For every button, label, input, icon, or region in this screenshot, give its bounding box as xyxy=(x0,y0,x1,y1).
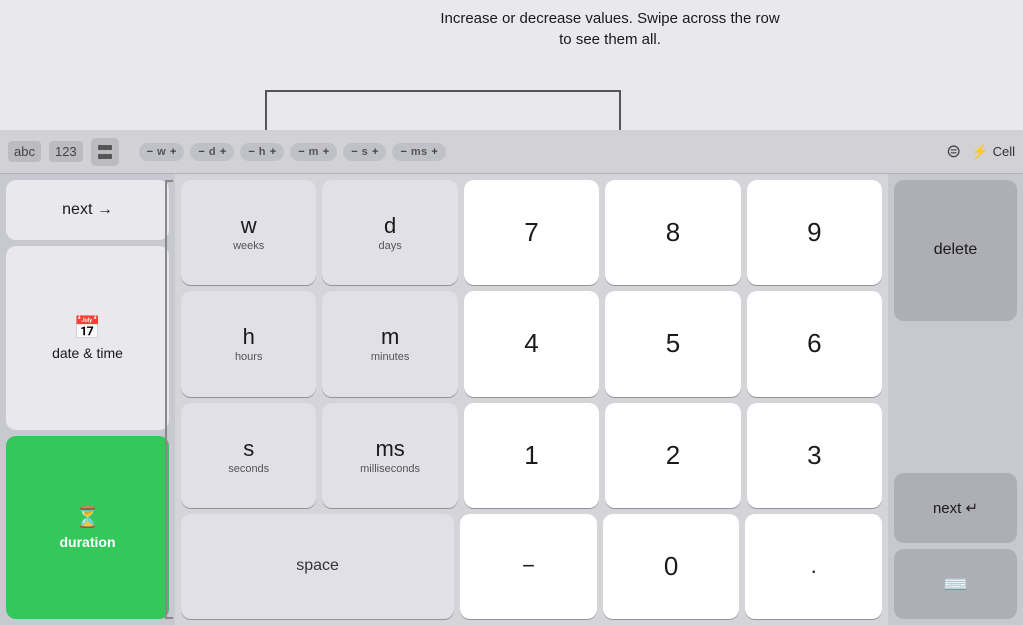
pill-d[interactable]: − d + xyxy=(190,143,234,161)
next-button[interactable]: next → xyxy=(6,180,169,240)
num-button[interactable]: 123 xyxy=(49,141,83,162)
toolbar-left: abc 123 xyxy=(8,138,119,166)
pill-w[interactable]: − w + xyxy=(139,143,185,161)
key-hours[interactable]: h hours xyxy=(181,291,316,396)
keyboard-body: next → 📅 date & time ⏳ duration w weeks xyxy=(0,174,1023,625)
key-weeks[interactable]: w weeks xyxy=(181,180,316,285)
key-minutes[interactable]: m minutes xyxy=(322,291,457,396)
pill-h[interactable]: − h + xyxy=(240,143,284,161)
keyboard-dismiss-button[interactable]: ⌨️ xyxy=(894,549,1017,619)
pill-m[interactable]: − m + xyxy=(290,143,337,161)
key-0[interactable]: 0 xyxy=(603,514,740,619)
callout-top: Increase or decrease values. Swipe acros… xyxy=(440,0,780,50)
callout-line-right xyxy=(619,90,621,130)
key-milliseconds[interactable]: ms milliseconds xyxy=(322,403,457,508)
date-time-button[interactable]: 📅 date & time xyxy=(6,246,169,430)
callout-line xyxy=(265,90,620,92)
keyboard-container: abc 123 − w + − d xyxy=(0,130,1023,625)
next-enter-button[interactable]: next ↵ xyxy=(894,473,1017,543)
keyboard-dismiss-icon: ⌨️ xyxy=(943,572,968,597)
key-space[interactable]: space xyxy=(181,514,454,619)
calendar-icon: 📅 xyxy=(74,315,101,341)
keyboard-toolbar: abc 123 − w + − d xyxy=(0,130,1023,174)
key-1[interactable]: 1 xyxy=(464,403,599,508)
toolbar-right: ⊜ ⚡ Cell xyxy=(946,141,1015,162)
key-6[interactable]: 6 xyxy=(747,291,882,396)
key-days[interactable]: d days xyxy=(322,180,457,285)
key-minus[interactable]: − xyxy=(460,514,597,619)
key-row-4: space − 0 . xyxy=(181,514,882,619)
grid-icon[interactable] xyxy=(91,138,119,166)
center-keyboard: w weeks d days 7 8 9 xyxy=(175,174,888,625)
key-row-3: s seconds ms milliseconds 1 2 3 xyxy=(181,403,882,508)
key-5[interactable]: 5 xyxy=(605,291,740,396)
key-row-2: h hours m minutes 4 5 6 xyxy=(181,291,882,396)
timer-icon: ⏳ xyxy=(75,505,100,530)
duration-pills: − w + − d + − h + − m + − s + xyxy=(139,143,946,161)
key-9[interactable]: 9 xyxy=(747,180,882,285)
key-4[interactable]: 4 xyxy=(464,291,599,396)
abc-button[interactable]: abc xyxy=(8,141,41,162)
pill-ms[interactable]: − ms + xyxy=(392,143,445,161)
equals-icon[interactable]: ⊜ xyxy=(946,141,961,162)
cell-button[interactable]: ⚡ Cell xyxy=(971,143,1015,160)
key-2[interactable]: 2 xyxy=(605,403,740,508)
left-sidebar: next → 📅 date & time ⏳ duration xyxy=(0,174,175,625)
bracket-indicator xyxy=(165,180,173,619)
duration-button[interactable]: ⏳ duration xyxy=(6,436,169,620)
spacer-btn xyxy=(894,327,1017,468)
lightning-icon: ⚡ xyxy=(971,143,988,160)
callout-line-left xyxy=(265,90,267,130)
key-seconds[interactable]: s seconds xyxy=(181,403,316,508)
pill-s[interactable]: − s + xyxy=(343,143,386,161)
right-sidebar: delete next ↵ ⌨️ xyxy=(888,174,1023,625)
key-7[interactable]: 7 xyxy=(464,180,599,285)
key-dot[interactable]: . xyxy=(745,514,882,619)
key-row-1: w weeks d days 7 8 9 xyxy=(181,180,882,285)
key-8[interactable]: 8 xyxy=(605,180,740,285)
delete-button[interactable]: delete xyxy=(894,180,1017,321)
key-3[interactable]: 3 xyxy=(747,403,882,508)
